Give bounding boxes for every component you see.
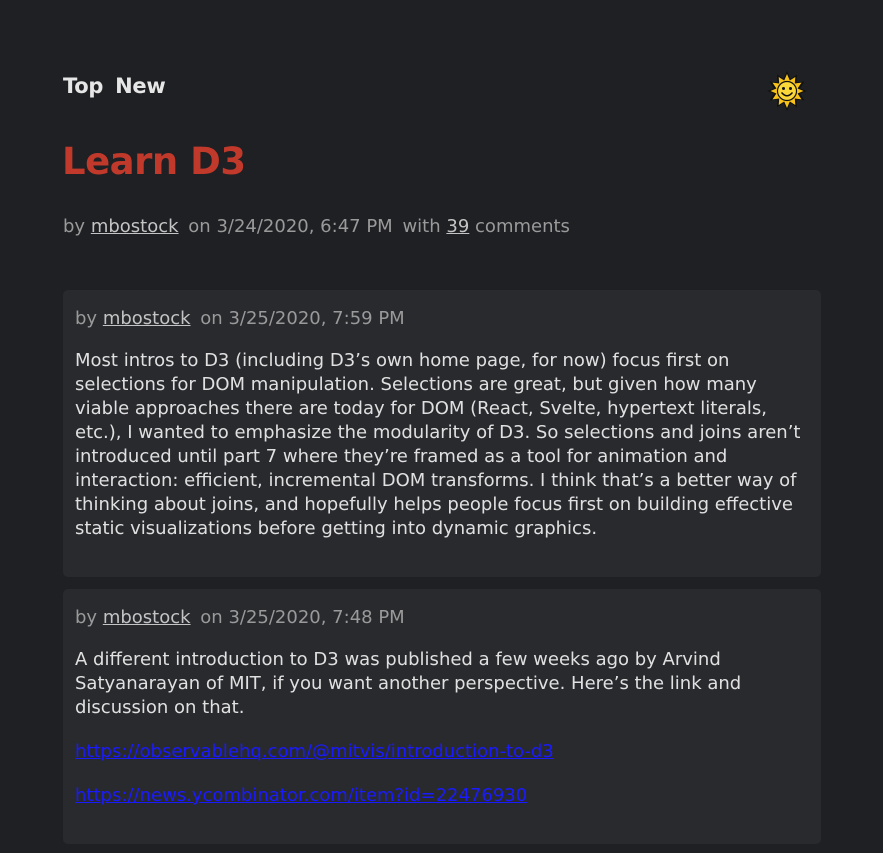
- nav-new-link[interactable]: New: [115, 74, 166, 98]
- comment-by-label: by: [75, 308, 98, 329]
- story-meta: by mbostock on 3/24/2020, 6:47 PM with 3…: [63, 216, 570, 237]
- comment-by-label: by: [75, 607, 98, 628]
- story-comment-count-link[interactable]: 39: [446, 216, 469, 237]
- sun-face-icon[interactable]: [766, 70, 808, 112]
- comment-author-link[interactable]: mbostock: [103, 308, 191, 329]
- comment-paragraph: Most intros to D3 (including D3’s own ho…: [75, 350, 801, 539]
- story-author-link[interactable]: mbostock: [91, 216, 179, 237]
- comment-date: on 3/25/2020, 7:48 PM: [200, 607, 405, 628]
- comment-card: by mbostock on 3/25/2020, 7:59 PM Most i…: [63, 290, 821, 577]
- comment-meta: by mbostock on 3/25/2020, 7:48 PM: [75, 607, 809, 628]
- nav-top-link[interactable]: Top: [63, 74, 103, 98]
- comment-card: by mbostock on 3/25/2020, 7:48 PM A diff…: [63, 589, 821, 844]
- story-comments-label: comments: [475, 216, 570, 237]
- comment-date: on 3/25/2020, 7:59 PM: [200, 308, 405, 329]
- comment-paragraph: A different introduction to D3 was publi…: [75, 649, 742, 718]
- story-title: Learn D3: [62, 140, 246, 183]
- comment-body: A different introduction to D3 was publi…: [75, 648, 809, 808]
- comment-meta: by mbostock on 3/25/2020, 7:59 PM: [75, 308, 809, 329]
- story-date: on 3/24/2020, 6:47 PM: [188, 216, 393, 237]
- hacker-news-link[interactable]: https://news.ycombinator.com/item?id=224…: [75, 785, 527, 806]
- comment-body: Most intros to D3 (including D3’s own ho…: [75, 349, 809, 541]
- observable-link[interactable]: https://observablehq.com/@mitvis/introdu…: [75, 741, 554, 762]
- comment-author-link[interactable]: mbostock: [103, 607, 191, 628]
- story-by-label: by: [63, 216, 86, 237]
- top-nav: Top New: [63, 74, 166, 98]
- story-with-label: with: [402, 216, 441, 237]
